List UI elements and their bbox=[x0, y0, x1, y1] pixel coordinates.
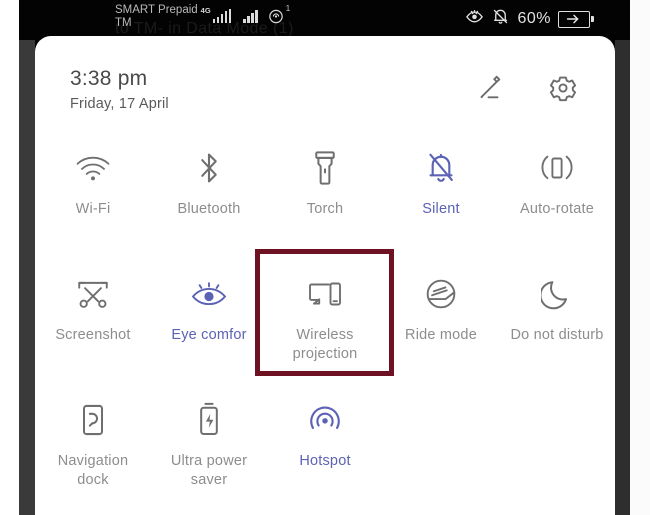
panel-header: 3:38 pm Friday, 17 April bbox=[35, 36, 615, 128]
bezel-left-strip bbox=[19, 40, 35, 515]
battery-percent-label: 60% bbox=[517, 10, 551, 27]
signal-bars-icon bbox=[212, 9, 232, 23]
page-margin-left bbox=[0, 0, 19, 515]
bell-off-icon bbox=[491, 7, 510, 31]
tile-hotspot[interactable]: Hotspot bbox=[267, 388, 383, 514]
tile-label: Bluetooth bbox=[177, 201, 241, 217]
tile-label: Wi-Fi bbox=[75, 201, 111, 217]
tile-wireless-projection[interactable]: Wireless projection bbox=[267, 262, 383, 388]
network-type-label: 4G bbox=[200, 6, 211, 15]
tile-label: Ride mode bbox=[405, 327, 477, 343]
tile-silent[interactable]: Silent bbox=[383, 136, 499, 262]
bluetooth-icon bbox=[195, 146, 223, 190]
tile-ride-mode[interactable]: Ride mode bbox=[383, 262, 499, 388]
tile-label: Auto-rotate bbox=[520, 201, 594, 217]
carrier-name-primary: SMART Prepaid bbox=[115, 4, 198, 16]
bell-off-icon bbox=[425, 146, 457, 190]
cast-screen-icon bbox=[305, 272, 345, 316]
tile-label: Do not disturb bbox=[510, 327, 604, 343]
signal-bars-icon-sim2 bbox=[243, 9, 258, 23]
tile-auto-rotate[interactable]: Auto-rotate bbox=[499, 136, 615, 262]
tile-label: Wireless projection bbox=[292, 327, 358, 362]
navigation-dock-icon bbox=[79, 398, 107, 442]
tile-label: Torch bbox=[306, 201, 344, 217]
hotspot-status-icon bbox=[267, 6, 285, 29]
sim-index-superscript: 1 bbox=[285, 4, 291, 13]
tile-wifi[interactable]: Wi-Fi bbox=[35, 136, 151, 262]
battery-charging-icon bbox=[558, 10, 594, 28]
tile-label: Hotspot bbox=[299, 453, 351, 469]
tile-label: Eye comfor bbox=[171, 327, 247, 343]
tile-label: Silent bbox=[422, 201, 460, 217]
phone-screenshot: to TM- in Data Mode (1) SMART Prepaid TM… bbox=[0, 0, 650, 515]
tile-ultra-power-saver[interactable]: Ultra power saver bbox=[151, 388, 267, 514]
tile-navigation-dock[interactable]: Navigation dock bbox=[35, 388, 151, 514]
status-bar-right-group: 60% bbox=[465, 7, 594, 31]
bezel-right-strip bbox=[615, 40, 630, 515]
pencil-edit-icon[interactable] bbox=[475, 72, 507, 104]
page-margin-right bbox=[630, 0, 650, 515]
hotspot-icon bbox=[307, 398, 343, 442]
moon-icon bbox=[541, 272, 573, 316]
gear-settings-icon[interactable] bbox=[547, 72, 579, 104]
helmet-icon bbox=[423, 272, 459, 316]
status-bar: to TM- in Data Mode (1) SMART Prepaid TM… bbox=[35, 0, 615, 40]
eye-comfort-icon bbox=[189, 272, 229, 316]
quick-settings-grid: Wi-Fi Bluetooth Torch Silent Auto-rotate… bbox=[35, 136, 615, 514]
status-bar-left-group: SMART Prepaid TM 4G 1 bbox=[115, 4, 290, 30]
tile-label: Navigation dock bbox=[57, 453, 129, 488]
tile-empty-1 bbox=[383, 388, 499, 514]
wifi-icon bbox=[74, 146, 112, 190]
tile-bluetooth[interactable]: Bluetooth bbox=[151, 136, 267, 262]
clock-block: 3:38 pm Friday, 17 April bbox=[70, 66, 169, 114]
carrier-names: SMART Prepaid TM bbox=[115, 4, 198, 30]
tile-label: Ultra power saver bbox=[170, 453, 248, 488]
flashlight-icon bbox=[312, 146, 338, 190]
auto-rotate-icon bbox=[537, 146, 577, 190]
panel-header-actions bbox=[475, 72, 579, 104]
tile-eye-comfort[interactable]: Eye comfor bbox=[151, 262, 267, 388]
tile-empty-2 bbox=[499, 388, 615, 514]
carrier-name-secondary: TM bbox=[115, 17, 132, 29]
tile-do-not-disturb[interactable]: Do not disturb bbox=[499, 262, 615, 388]
current-date: Friday, 17 April bbox=[70, 96, 169, 112]
eye-off-icon bbox=[465, 7, 484, 31]
quick-settings-panel: 3:38 pm Friday, 17 April Wi-Fi Bluetooth… bbox=[35, 36, 615, 515]
current-time: 3:38 pm bbox=[70, 67, 148, 90]
battery-bolt-icon bbox=[196, 398, 222, 442]
tile-label: Screenshot bbox=[55, 327, 131, 343]
tile-torch[interactable]: Torch bbox=[267, 136, 383, 262]
screenshot-scissors-icon bbox=[75, 272, 111, 316]
tile-screenshot[interactable]: Screenshot bbox=[35, 262, 151, 388]
